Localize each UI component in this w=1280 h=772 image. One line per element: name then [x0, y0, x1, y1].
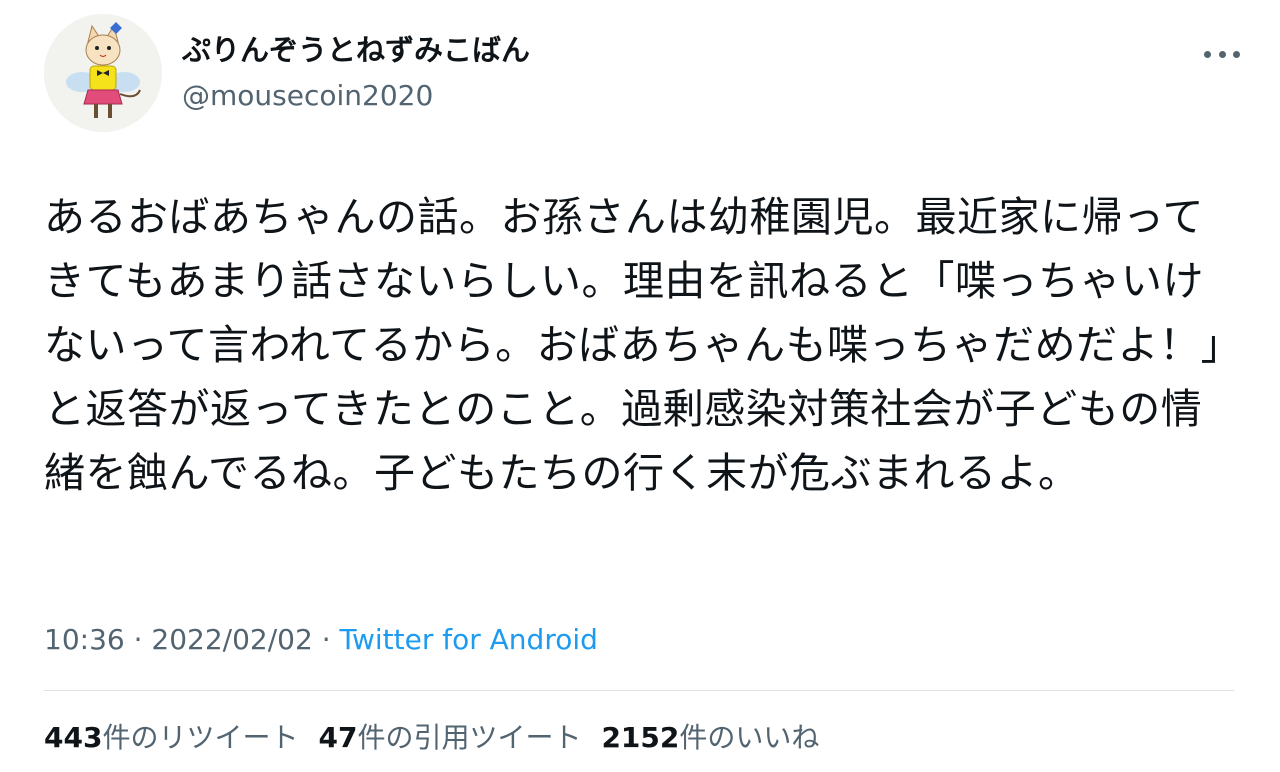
- user-handle[interactable]: @mousecoin2020: [182, 76, 530, 116]
- divider: [44, 690, 1234, 691]
- tweet-stats: 443件のリツイート 47件の引用ツイート 2152件のいいね: [44, 718, 819, 758]
- quotes-stat[interactable]: 47件の引用ツイート: [318, 718, 581, 758]
- meta-separator: ·: [124, 623, 152, 656]
- tweet: ぷりんぞうとねずみこばん @mousecoin2020 あるおばあちゃんの話。お…: [0, 0, 1280, 772]
- tweet-time[interactable]: 10:36: [44, 623, 125, 656]
- tweet-meta: 10:36 · 2022/02/02 · Twitter for Android: [44, 620, 598, 660]
- retweets-count: 443: [44, 721, 103, 754]
- more-horizontal-icon[interactable]: [1204, 42, 1240, 66]
- dot: [1218, 50, 1226, 58]
- cat-drawing-icon: [44, 14, 162, 132]
- likes-label: 件のいいね: [679, 721, 820, 754]
- retweets-stat[interactable]: 443件のリツイート: [44, 718, 298, 758]
- tweet-date[interactable]: 2022/02/02: [151, 623, 312, 656]
- tweet-source-link[interactable]: Twitter for Android: [340, 623, 598, 656]
- likes-stat[interactable]: 2152件のいいね: [601, 718, 819, 758]
- quotes-count: 47: [318, 721, 358, 754]
- quotes-label: 件の引用ツイート: [357, 721, 582, 754]
- avatar[interactable]: [44, 14, 162, 132]
- likes-count: 2152: [601, 721, 680, 754]
- dot: [1233, 50, 1240, 58]
- meta-separator: ·: [312, 623, 340, 656]
- dot: [1204, 50, 1211, 58]
- user-names: ぷりんぞうとねずみこばん @mousecoin2020: [182, 30, 530, 116]
- tweet-text: あるおばあちゃんの話。お孫さんは幼稚園児。最近家に帰ってきてもあまり話さないらし…: [44, 193, 1222, 497]
- retweets-label: 件のリツイート: [102, 721, 299, 754]
- display-name[interactable]: ぷりんぞうとねずみこばん: [182, 30, 530, 70]
